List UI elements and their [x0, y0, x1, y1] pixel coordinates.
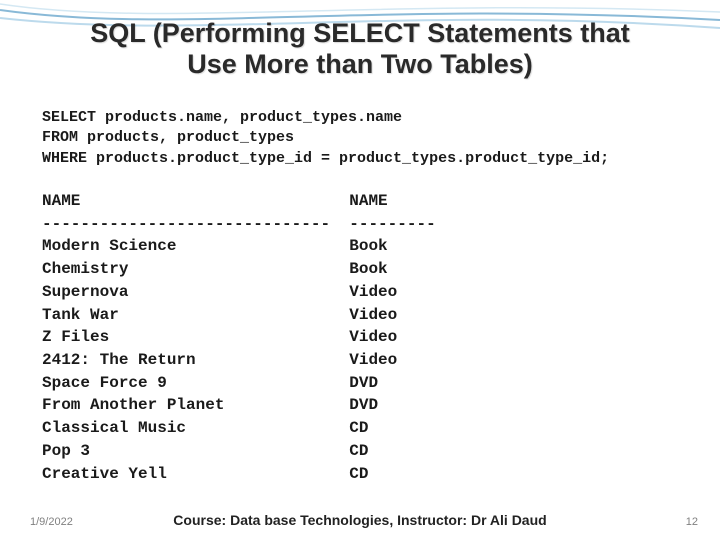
slide-title: SQL (Performing SELECT Statements that U…	[0, 18, 720, 80]
results-header: NAME NAME	[42, 192, 388, 210]
footer-page-number: 12	[686, 516, 698, 528]
sql-line-1: SELECT products.name, product_types.name	[42, 109, 402, 126]
table-row: Supernova Video	[42, 283, 397, 301]
table-row: Tank War Video	[42, 306, 397, 324]
table-row: Pop 3 CD	[42, 442, 368, 460]
table-row: Z Files Video	[42, 328, 397, 346]
table-row: Classical Music CD	[42, 419, 368, 437]
query-results-block: NAME NAME ------------------------------…	[42, 190, 436, 485]
results-divider: ------------------------------ ---------	[42, 215, 436, 233]
table-row: 2412: The Return Video	[42, 351, 397, 369]
footer-course: Course: Data base Technologies, Instruct…	[0, 512, 720, 528]
title-line-2: Use More than Two Tables)	[187, 49, 533, 79]
sql-line-3: WHERE products.product_type_id = product…	[42, 150, 609, 167]
table-row: Creative Yell CD	[42, 465, 368, 483]
table-row: Chemistry Book	[42, 260, 388, 278]
sql-query-block: SELECT products.name, product_types.name…	[42, 108, 609, 169]
table-row: From Another Planet DVD	[42, 396, 378, 414]
sql-line-2: FROM products, product_types	[42, 129, 294, 146]
table-row: Space Force 9 DVD	[42, 374, 378, 392]
table-row: Modern Science Book	[42, 237, 388, 255]
title-line-1: SQL (Performing SELECT Statements that	[90, 18, 630, 48]
slide: SQL (Performing SELECT Statements that U…	[0, 0, 720, 540]
